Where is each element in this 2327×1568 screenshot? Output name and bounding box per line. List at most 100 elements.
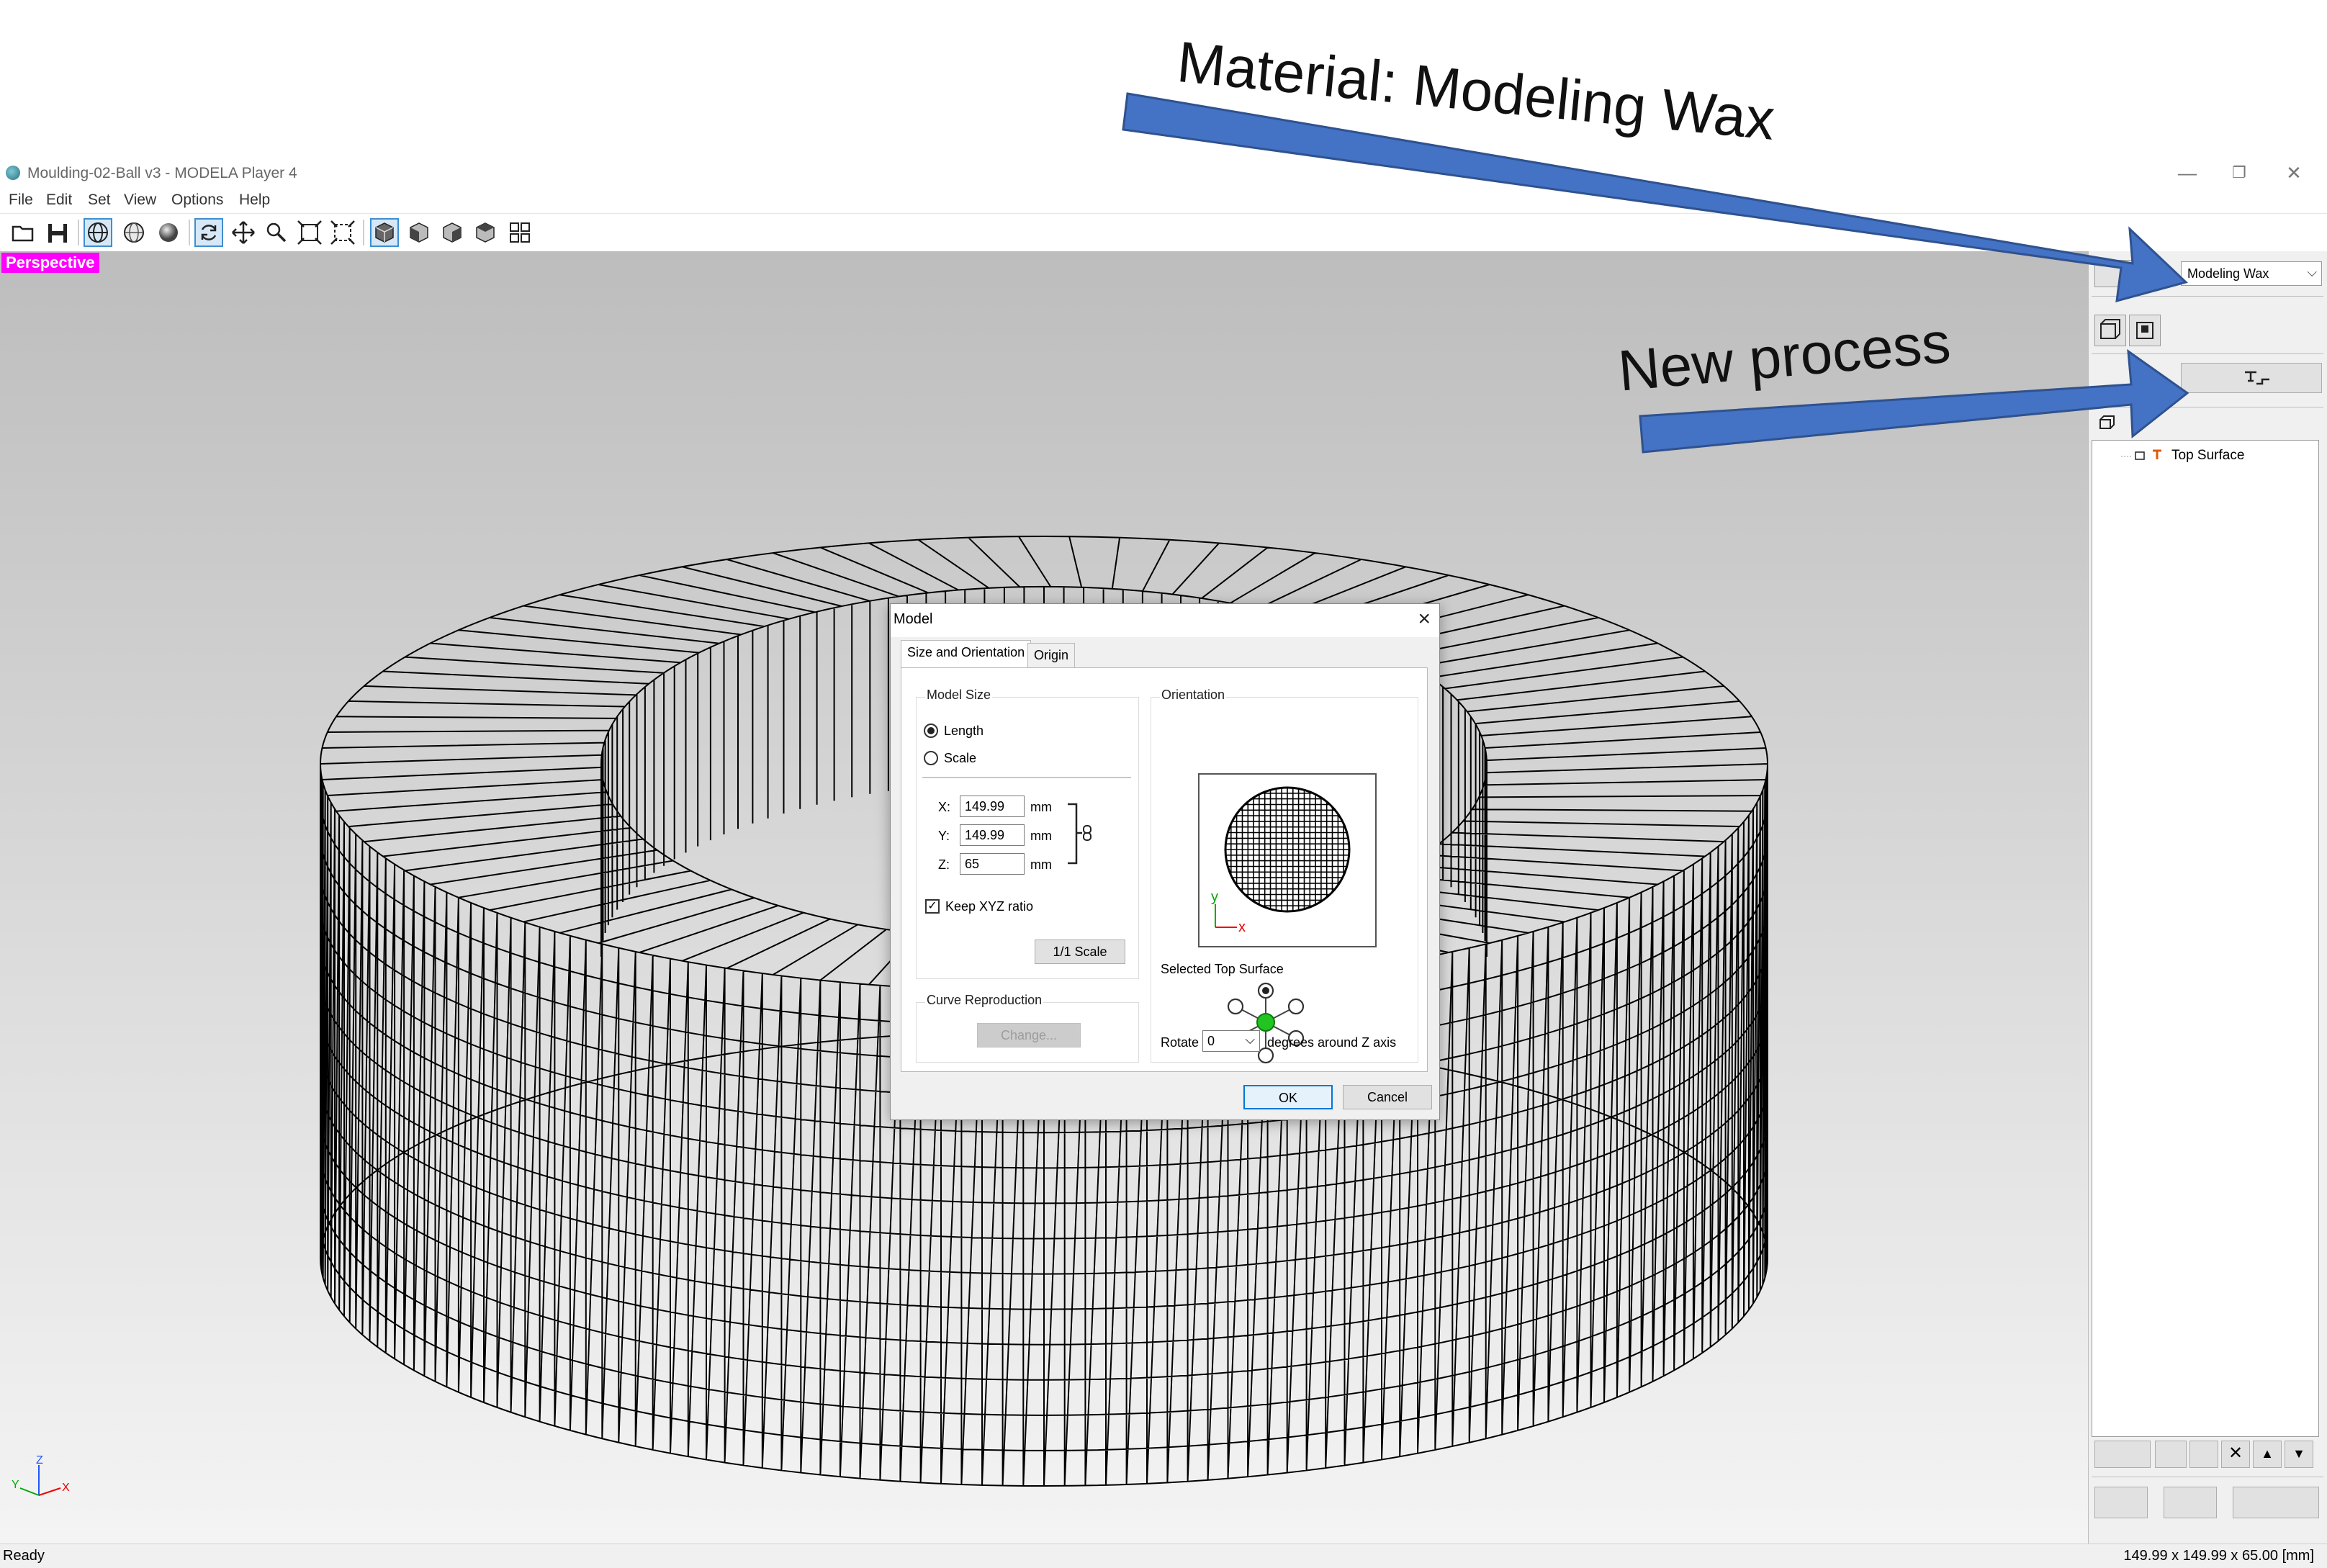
tree-icon[interactable] [2094, 413, 2120, 437]
rotate-icon[interactable] [194, 218, 223, 247]
restore-button[interactable]: ❐ [2225, 161, 2254, 184]
model-size-group: Model Size Length Scale X: mm Y: mm Z: m… [916, 688, 1139, 979]
window-title: Moulding-02-Ball v3 - MODELA Player 4 [27, 165, 297, 181]
view-left-icon[interactable] [471, 218, 500, 247]
rotate-select[interactable]: 0 ⌵ [1202, 1030, 1260, 1052]
title-bar: Moulding-02-Ball v3 - MODELA Player 4 — … [0, 158, 2327, 189]
material-callout: Material: Modeling Wax [1174, 29, 1778, 152]
tab-origin[interactable]: Origin [1027, 643, 1076, 667]
view-quad-icon[interactable] [505, 218, 534, 247]
cancel-button[interactable]: Cancel [1343, 1085, 1432, 1109]
cut-button[interactable] [2233, 1487, 2319, 1518]
rotate-suffix: degrees around Z axis [1267, 1035, 1397, 1050]
menu-edit[interactable]: Edit [46, 192, 72, 209]
status-bar: Ready 149.99 x 149.99 x 65.00 [mm] [0, 1544, 2327, 1568]
delete-icon[interactable]: ✕ [2221, 1441, 2250, 1468]
menu-view[interactable]: View [124, 192, 156, 209]
close-button[interactable]: ✕ [2279, 161, 2308, 184]
length-label: Length [944, 724, 984, 738]
preview-y-label: y [1211, 889, 1218, 905]
save-icon[interactable] [43, 218, 72, 247]
menu-file[interactable]: File [9, 192, 33, 209]
y-unit: mm [1030, 829, 1052, 843]
app-icon [6, 166, 20, 180]
view-front-icon[interactable] [405, 218, 433, 247]
orientation-title: Orientation [1160, 688, 1227, 703]
curve-reproduction-group: Curve Reproduction Change... [916, 993, 1139, 1063]
move-up-icon[interactable]: ▲ [2253, 1441, 2282, 1468]
link-ratio-icon[interactable] [1065, 803, 1098, 865]
axis-y-label: Y [12, 1479, 19, 1491]
keep-ratio-checkbox[interactable]: ✓ [925, 899, 940, 914]
x-size-input[interactable] [960, 796, 1025, 817]
y-label: Y: [938, 829, 950, 843]
view-right-icon[interactable] [438, 218, 467, 247]
preview-search-button[interactable] [2164, 1487, 2217, 1518]
x-label: X: [938, 800, 951, 814]
dialog-title: Model [894, 611, 933, 627]
model-size-title: Model Size [925, 688, 993, 703]
process-edit-button[interactable] [2094, 1441, 2151, 1468]
axis-gizmo: Z X Y [12, 1454, 70, 1496]
tab-page: Model Size Length Scale X: mm Y: mm Z: m… [901, 667, 1428, 1072]
scale-label: Scale [944, 751, 977, 765]
selected-top-surface-label: Selected Top Surface [1161, 962, 1284, 976]
keep-ratio-label: Keep XYZ ratio [945, 899, 1034, 914]
wireframe-icon[interactable] [84, 218, 112, 247]
fit-icon[interactable] [295, 218, 324, 247]
scale-radio[interactable] [924, 751, 938, 765]
minimize-button[interactable]: — [2173, 161, 2202, 184]
one-to-one-scale-button[interactable]: 1/1 Scale [1035, 940, 1125, 964]
move-down-icon[interactable]: ▼ [2285, 1441, 2313, 1468]
change-button[interactable]: Change... [977, 1023, 1081, 1047]
tab-size-orientation[interactable]: Size and Orientation [901, 640, 1032, 669]
ok-button[interactable]: OK [1243, 1085, 1333, 1109]
process-add-button[interactable] [2155, 1441, 2187, 1468]
z-label: Z: [938, 857, 950, 872]
z-size-input[interactable] [960, 853, 1025, 875]
length-radio[interactable] [924, 724, 938, 738]
model-dimensions: 149.99 x 149.99 x 65.00 [mm] [2123, 1548, 2314, 1564]
right-panel: Modeling Wax ⌵ Top Surface ✕ ▲ ▼ [2088, 251, 2327, 1544]
zoom-icon[interactable] [262, 218, 291, 247]
x-unit: mm [1030, 800, 1052, 814]
render-icon[interactable] [154, 218, 183, 247]
model-dialog: Model × Size and Orientation Origin Mode… [890, 603, 1440, 1120]
menu-bar: File Edit Set View Options Help [0, 189, 2327, 213]
tool-view-icon[interactable] [2129, 315, 2161, 346]
preview-x-label: x [1238, 919, 1246, 935]
material-value: Modeling Wax [2187, 266, 2269, 281]
chevron-down-icon: ⌵ [1245, 1032, 1255, 1047]
view-iso-icon[interactable] [370, 218, 399, 247]
dialog-close-icon[interactable]: × [1418, 607, 1431, 631]
pan-icon[interactable] [229, 218, 258, 247]
chevron-down-icon: ⌵ [2307, 265, 2317, 279]
perspective-label: Perspective [1, 253, 99, 273]
material-icon[interactable] [2094, 260, 2138, 287]
rotate-label: Rotate [1161, 1035, 1199, 1050]
preview-cut-button[interactable] [2094, 1487, 2148, 1518]
top-surface-selector[interactable] [1218, 979, 1312, 1067]
rotate-value: 0 [1207, 1034, 1215, 1048]
dialog-title-bar: Model × [891, 604, 1439, 637]
menu-set[interactable]: Set [88, 192, 111, 209]
new-process-button[interactable] [2181, 363, 2322, 393]
model-view-icon[interactable] [2094, 315, 2126, 346]
select-fit-icon[interactable] [328, 218, 357, 247]
toolbar [0, 213, 2327, 252]
menu-options[interactable]: Options [171, 192, 223, 209]
menu-help[interactable]: Help [239, 192, 270, 209]
surface-icon[interactable] [120, 218, 148, 247]
copy-icon[interactable] [2189, 1441, 2218, 1468]
open-icon[interactable] [9, 218, 37, 247]
curve-title: Curve Reproduction [925, 993, 1044, 1008]
tree-item-label: Top Surface [2171, 448, 2245, 464]
status-text: Ready [3, 1548, 45, 1564]
axis-x-label: X [62, 1482, 70, 1494]
orientation-preview: y x [1198, 773, 1377, 947]
z-unit: mm [1030, 857, 1052, 872]
process-tree: Top Surface [2092, 440, 2319, 1437]
axis-z-label: Z [36, 1454, 43, 1466]
material-select[interactable]: Modeling Wax ⌵ [2181, 261, 2322, 286]
y-size-input[interactable] [960, 824, 1025, 846]
